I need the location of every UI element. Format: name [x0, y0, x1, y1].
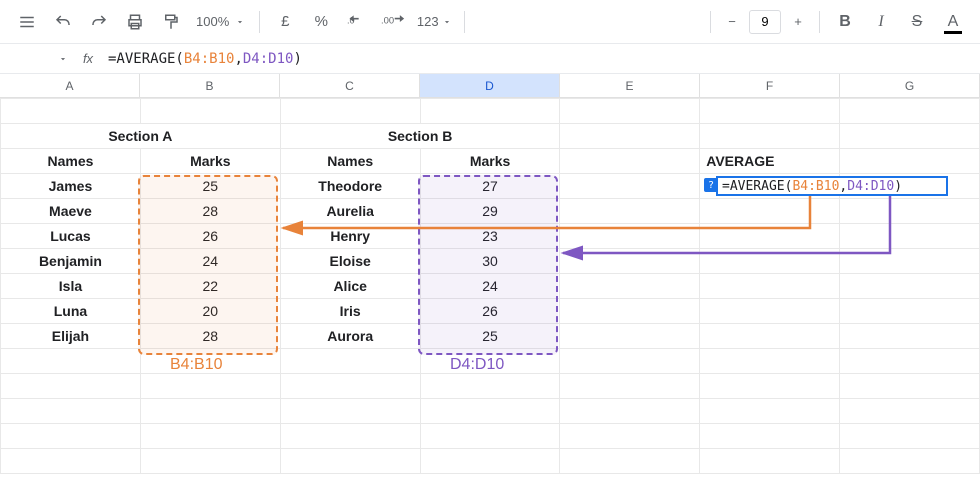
separator — [259, 11, 260, 33]
name-cell: Isla — [1, 274, 141, 299]
formula-help-icon[interactable]: ? — [704, 178, 718, 192]
col-header-B[interactable]: B — [140, 74, 280, 97]
name-cell: Iris — [280, 299, 420, 324]
col-header-G[interactable]: G — [840, 74, 980, 97]
strikethrough-button[interactable]: S — [900, 7, 934, 37]
font-size-input[interactable] — [749, 10, 781, 34]
mark-cell: 28 — [140, 199, 280, 224]
italic-button[interactable]: I — [864, 7, 898, 37]
svg-text:.00: .00 — [381, 14, 394, 25]
mark-cell: 20 — [140, 299, 280, 324]
fx-icon: fx — [78, 51, 98, 66]
mark-cell: 25 — [420, 324, 560, 349]
names-header-b: Names — [280, 149, 420, 174]
name-cell: Lucas — [1, 224, 141, 249]
print-icon[interactable] — [118, 7, 152, 37]
currency-button[interactable]: £ — [268, 7, 302, 37]
name-cell: Elijah — [1, 324, 141, 349]
mark-cell: 26 — [420, 299, 560, 324]
spreadsheet-grid: A B C D E F G Section A Section B Names … — [0, 74, 980, 474]
decrease-font-icon[interactable]: − — [719, 8, 745, 36]
name-cell: Alice — [280, 274, 420, 299]
range-label-d: D4:D10 — [450, 356, 504, 374]
menu-icon[interactable] — [10, 7, 44, 37]
decrease-decimal-icon[interactable]: .0 — [340, 7, 374, 37]
number-format-dropdown[interactable]: 123 — [412, 7, 456, 37]
separator — [464, 11, 465, 33]
bold-button[interactable]: B — [828, 7, 862, 37]
name-cell: Benjamin — [1, 249, 141, 274]
col-header-E[interactable]: E — [560, 74, 700, 97]
marks-header-b: Marks — [420, 149, 560, 174]
col-header-C[interactable]: C — [280, 74, 420, 97]
text-color-button[interactable]: A — [936, 7, 970, 37]
marks-header-a: Marks — [140, 149, 280, 174]
chevron-down-icon — [235, 17, 245, 27]
name-cell: Aurelia — [280, 199, 420, 224]
increase-font-icon[interactable]: + — [785, 8, 811, 36]
mark-cell: 22 — [140, 274, 280, 299]
mark-cell: 26 — [140, 224, 280, 249]
column-headers: A B C D E F G — [0, 74, 980, 98]
name-cell: Aurora — [280, 324, 420, 349]
percent-button[interactable]: % — [304, 7, 338, 37]
mark-cell: 30 — [420, 249, 560, 274]
mark-cell: 24 — [420, 274, 560, 299]
names-header-a: Names — [1, 149, 141, 174]
zoom-value: 100% — [196, 14, 229, 29]
active-cell-formula[interactable]: ? =AVERAGE(B4:B10,D4:D10) — [716, 176, 948, 196]
name-cell: Theodore — [280, 174, 420, 199]
name-cell: Maeve — [1, 199, 141, 224]
formula-bar: fx =AVERAGE(B4:B10,D4:D10) — [0, 44, 980, 74]
paint-format-icon[interactable] — [154, 7, 188, 37]
section-b-title: Section B — [280, 124, 560, 149]
col-header-A[interactable]: A — [0, 74, 140, 97]
mark-cell: 24 — [140, 249, 280, 274]
mark-cell: 23 — [420, 224, 560, 249]
name-cell: Henry — [280, 224, 420, 249]
formula-input[interactable]: =AVERAGE(B4:B10,D4:D10) — [108, 51, 302, 67]
toolbar: 100% £ % .0 .00 123 − + B I S A — [0, 0, 980, 44]
chevron-down-icon — [58, 54, 68, 64]
zoom-dropdown[interactable]: 100% — [190, 14, 251, 29]
average-label: AVERAGE — [700, 149, 840, 174]
col-header-D[interactable]: D — [420, 74, 560, 97]
increase-decimal-icon[interactable]: .00 — [376, 7, 410, 37]
range-label-b: B4:B10 — [170, 356, 222, 374]
redo-icon[interactable] — [82, 7, 116, 37]
cells-area[interactable]: Section A Section B Names Marks Names Ma… — [0, 98, 980, 474]
name-cell: James — [1, 174, 141, 199]
name-cell: Eloise — [280, 249, 420, 274]
mark-cell: 25 — [140, 174, 280, 199]
mark-cell: 28 — [140, 324, 280, 349]
section-a-title: Section A — [1, 124, 281, 149]
font-size-control: − + — [719, 8, 811, 36]
undo-icon[interactable] — [46, 7, 80, 37]
mark-cell: 27 — [420, 174, 560, 199]
separator — [710, 11, 711, 33]
chevron-down-icon — [442, 17, 452, 27]
name-cell: Luna — [1, 299, 141, 324]
mark-cell: 29 — [420, 199, 560, 224]
name-box-dropdown[interactable] — [8, 54, 68, 64]
col-header-F[interactable]: F — [700, 74, 840, 97]
separator — [819, 11, 820, 33]
